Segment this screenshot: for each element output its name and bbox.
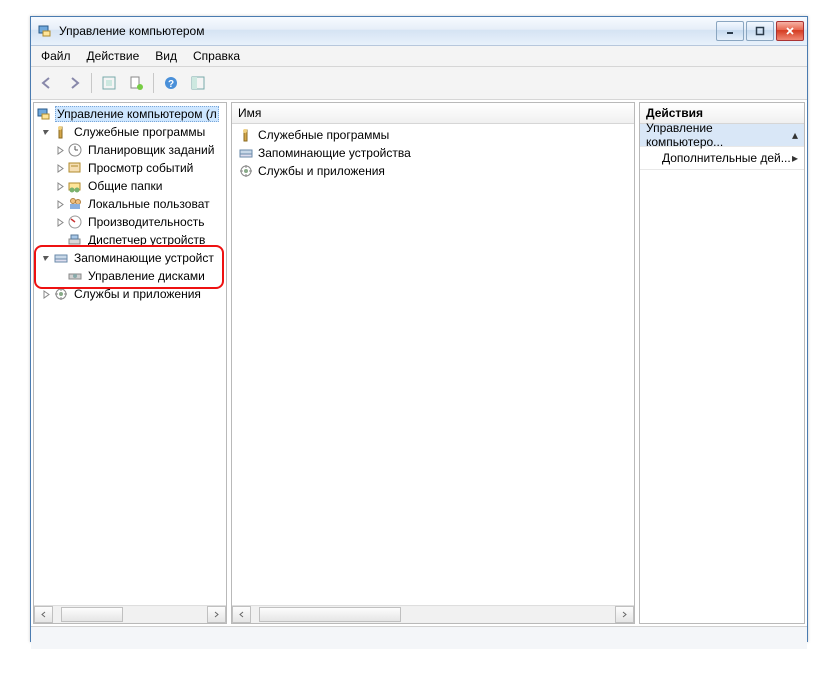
svg-text:?: ? (168, 79, 174, 90)
titlebar[interactable]: Управление компьютером (31, 17, 807, 46)
scroll-track[interactable] (53, 607, 207, 622)
list-body[interactable]: Служебные программы Запоминающие устройс… (232, 124, 634, 605)
column-header-name[interactable]: Имя (232, 103, 634, 124)
disk-icon (67, 268, 83, 284)
minimize-button[interactable] (716, 21, 744, 41)
scroll-right-button[interactable] (207, 606, 226, 623)
panels-container: Управление компьютером (л Служебные прог… (31, 100, 807, 626)
tree-pane: Управление компьютером (л Служебные прог… (33, 102, 227, 624)
tree-disk-management[interactable]: Управление дисками (34, 267, 226, 285)
maximize-button[interactable] (746, 21, 774, 41)
computer-management-window: Управление компьютером Файл Действие Вид… (30, 16, 808, 642)
menubar: Файл Действие Вид Справка (31, 46, 807, 67)
services-icon (53, 286, 69, 302)
expand-icon[interactable] (40, 288, 52, 300)
menu-file[interactable]: Файл (33, 47, 79, 65)
show-hide-button[interactable] (186, 71, 210, 95)
tree-storage[interactable]: Запоминающие устройст (34, 249, 226, 267)
list-item-label: Служебные программы (258, 128, 389, 142)
help-button[interactable]: ? (159, 71, 183, 95)
menu-help[interactable]: Справка (185, 47, 248, 65)
toolbar-separator (153, 73, 154, 93)
tree-local-users[interactable]: Локальные пользоват (34, 195, 226, 213)
services-icon (238, 163, 254, 179)
list-item[interactable]: Служебные программы (232, 126, 634, 144)
app-icon (37, 23, 53, 39)
storage-icon (53, 250, 69, 266)
actions-pane: Действия Управление компьютеро... ▴ Допо… (639, 102, 805, 624)
tree-hscrollbar[interactable] (34, 605, 226, 623)
scroll-track[interactable] (251, 607, 615, 622)
tree-label: Планировщик заданий (86, 143, 216, 157)
tree-services-apps[interactable]: Службы и приложения (34, 285, 226, 303)
scroll-left-button[interactable] (232, 606, 251, 623)
properties-button[interactable] (124, 71, 148, 95)
actions-more-label: Дополнительные дей... (662, 151, 791, 165)
collapse-icon[interactable] (40, 126, 52, 138)
tree-shared-folders[interactable]: Общие папки (34, 177, 226, 195)
list-item-label: Запоминающие устройства (258, 146, 411, 160)
tree-event-viewer[interactable]: Просмотр событий (34, 159, 226, 177)
forward-button[interactable] (62, 71, 86, 95)
tree-device-manager[interactable]: Диспетчер устройств (34, 231, 226, 249)
device-manager-icon (67, 232, 83, 248)
tree-label: Диспетчер устройств (86, 233, 207, 247)
scroll-left-button[interactable] (34, 606, 53, 623)
close-button[interactable] (776, 21, 804, 41)
tools-icon (238, 127, 254, 143)
tree-label: Служебные программы (72, 125, 207, 139)
tree-label: Общие папки (86, 179, 164, 193)
scroll-thumb[interactable] (61, 607, 123, 622)
tree-system-tools[interactable]: Служебные программы (34, 123, 226, 141)
tree-label: Запоминающие устройст (72, 251, 216, 265)
tree-label: Производительность (86, 215, 206, 229)
expand-icon[interactable] (54, 144, 66, 156)
window-title: Управление компьютером (59, 24, 204, 38)
expand-icon[interactable] (54, 180, 66, 192)
expand-icon[interactable] (54, 198, 66, 210)
tree-performance[interactable]: Производительность (34, 213, 226, 231)
list-pane: Имя Служебные программы Запоминающие уст… (231, 102, 635, 624)
clock-icon (67, 142, 83, 158)
collapse-icon[interactable] (40, 252, 52, 264)
toolbar: ? (31, 67, 807, 100)
tree-body[interactable]: Управление компьютером (л Служебные прог… (34, 103, 226, 605)
tools-icon (53, 124, 69, 140)
event-icon (67, 160, 83, 176)
actions-more-row[interactable]: Дополнительные дей... ▸ (640, 147, 804, 170)
tree-label: Управление компьютером (л (55, 106, 219, 122)
menu-action[interactable]: Действие (79, 47, 148, 65)
up-button[interactable] (97, 71, 121, 95)
tree-label: Службы и приложения (72, 287, 203, 301)
tree-label: Управление дисками (86, 269, 207, 283)
tree-task-scheduler[interactable]: Планировщик заданий (34, 141, 226, 159)
statusbar (31, 626, 807, 649)
actions-body (640, 170, 804, 623)
expand-icon[interactable] (54, 162, 66, 174)
back-button[interactable] (35, 71, 59, 95)
actions-context-row[interactable]: Управление компьютеро... ▴ (640, 124, 804, 147)
computer-icon (36, 106, 52, 122)
collapse-icon[interactable]: ▴ (792, 128, 798, 142)
performance-icon (67, 214, 83, 230)
scroll-right-button[interactable] (615, 606, 634, 623)
list-item[interactable]: Службы и приложения (232, 162, 634, 180)
tree-label: Просмотр событий (86, 161, 195, 175)
menu-view[interactable]: Вид (147, 47, 185, 65)
storage-icon (238, 145, 254, 161)
shared-folder-icon (67, 178, 83, 194)
actions-context-label: Управление компьютеро... (646, 121, 792, 149)
list-item-label: Службы и приложения (258, 164, 385, 178)
users-icon (67, 196, 83, 212)
scroll-thumb[interactable] (259, 607, 401, 622)
chevron-right-icon[interactable]: ▸ (792, 151, 798, 165)
tree-label: Локальные пользоват (86, 197, 212, 211)
toolbar-separator (91, 73, 92, 93)
list-item[interactable]: Запоминающие устройства (232, 144, 634, 162)
tree-root[interactable]: Управление компьютером (л (34, 105, 226, 123)
list-hscrollbar[interactable] (232, 605, 634, 623)
expand-icon[interactable] (54, 216, 66, 228)
